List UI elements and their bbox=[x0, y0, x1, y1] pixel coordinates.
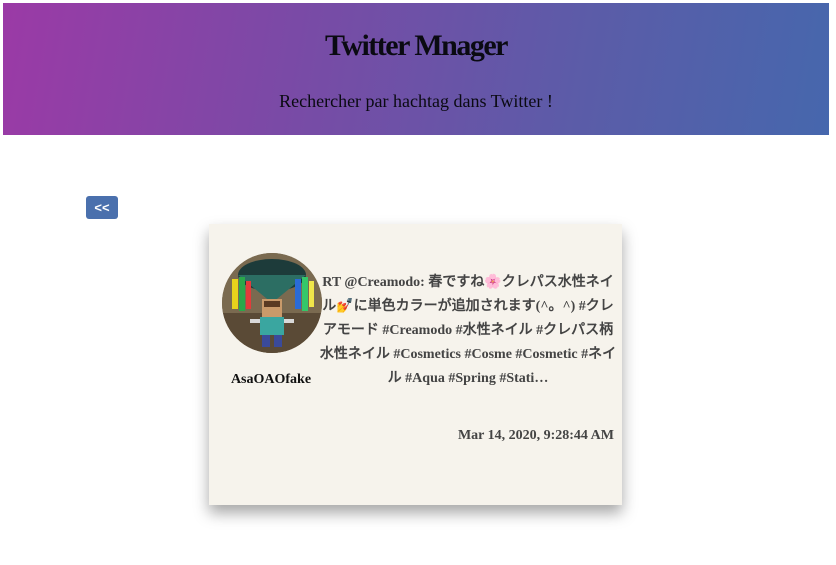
tweet-timestamp: Mar 14, 2020, 9:28:44 AM bbox=[457, 428, 614, 443]
page-subtitle: Rechercher par hachtag dans Twitter ! bbox=[279, 91, 553, 111]
page-title: Twitter Mnager bbox=[325, 29, 508, 62]
avatar-image bbox=[222, 253, 322, 353]
avatar[interactable] bbox=[222, 253, 322, 353]
back-button[interactable]: << bbox=[86, 196, 118, 219]
page-header: Twitter Mnager Rechercher par hachtag da… bbox=[3, 3, 829, 135]
tweet-username[interactable]: AsaOAOfake bbox=[209, 372, 333, 388]
tweet-card: AsaOAOfake RT @Creamodo: 春ですね🌸クレパス水性ネイル💅… bbox=[209, 224, 622, 505]
tweet-text: RT @Creamodo: 春ですね🌸クレパス水性ネイル💅に単色カラーが追加され… bbox=[319, 275, 617, 386]
